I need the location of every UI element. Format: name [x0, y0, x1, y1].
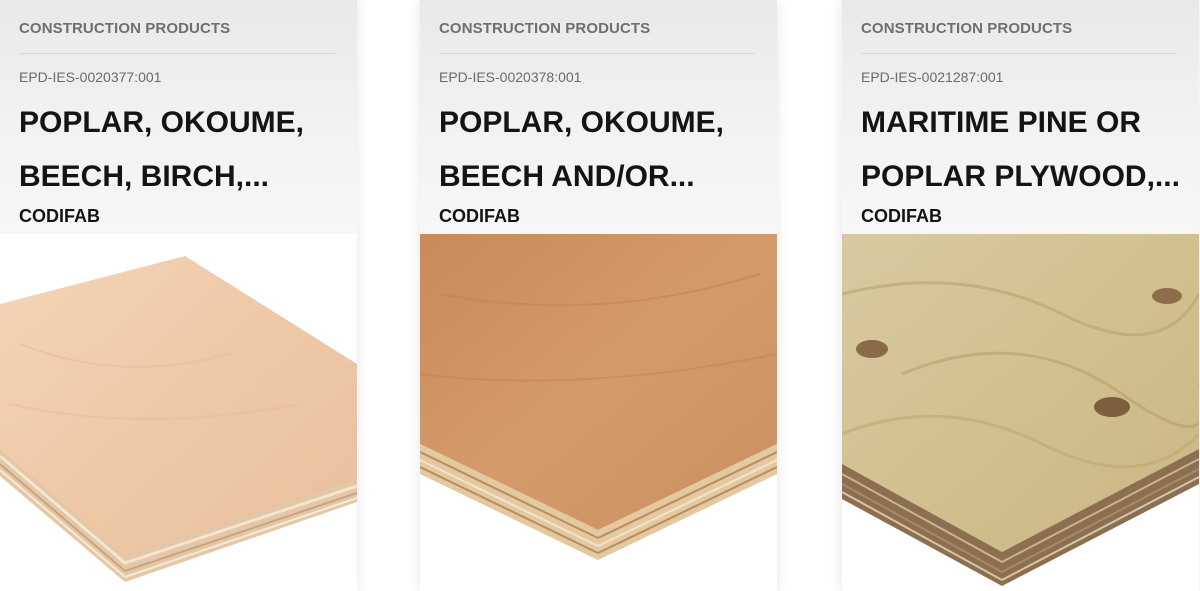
plywood-illustration	[420, 234, 777, 591]
product-title-line-1: POPLAR, OKOUME,	[19, 106, 305, 139]
divider	[19, 53, 335, 54]
plywood-illustration	[0, 234, 357, 591]
card-header: CONSTRUCTION PRODUCTS EPD-IES-0021287:00…	[842, 0, 1199, 234]
epd-id: EPD-IES-0020377:001	[19, 69, 162, 85]
pine-plywood-board-image[interactable]	[842, 234, 1199, 591]
product-title[interactable]: POPLAR, OKOUME, BEECH AND/OR...	[439, 96, 759, 204]
epd-id: EPD-IES-0021287:001	[861, 69, 1004, 85]
card-header: CONSTRUCTION PRODUCTS EPD-IES-0020377:00…	[0, 0, 357, 234]
product-category: CONSTRUCTION PRODUCTS	[439, 20, 651, 37]
brand-name: CODIFAB	[861, 206, 942, 226]
product-card-2[interactable]: CONSTRUCTION PRODUCTS EPD-IES-0020378:00…	[420, 0, 777, 591]
product-title-line-2: BEECH, BIRCH,...	[19, 160, 270, 193]
product-title[interactable]: POPLAR, OKOUME, BEECH, BIRCH,...	[19, 96, 339, 204]
divider	[439, 53, 755, 54]
product-title-line-1: POPLAR, OKOUME,	[439, 106, 725, 139]
brand-name: CODIFAB	[439, 206, 520, 226]
product-category: CONSTRUCTION PRODUCTS	[861, 20, 1073, 37]
product-title-line-2: BEECH AND/OR...	[439, 160, 695, 193]
product-category: CONSTRUCTION PRODUCTS	[19, 20, 231, 37]
product-card-3[interactable]: CONSTRUCTION PRODUCTS EPD-IES-0021287:00…	[842, 0, 1199, 591]
card-header: CONSTRUCTION PRODUCTS EPD-IES-0020378:00…	[420, 0, 777, 234]
product-title-line-1: MARITIME PINE OR	[861, 106, 1142, 139]
product-card-1[interactable]: CONSTRUCTION PRODUCTS EPD-IES-0020377:00…	[0, 0, 357, 591]
light-plywood-board-image[interactable]	[0, 234, 357, 591]
product-title-line-2: POPLAR PLYWOOD,...	[861, 160, 1180, 193]
product-title[interactable]: MARITIME PINE OR POPLAR PLYWOOD,...	[861, 96, 1181, 204]
okoume-plywood-board-image[interactable]	[420, 234, 777, 591]
divider	[861, 53, 1177, 54]
epd-id: EPD-IES-0020378:001	[439, 69, 582, 85]
brand-name: CODIFAB	[19, 206, 100, 226]
plywood-illustration	[842, 234, 1199, 591]
